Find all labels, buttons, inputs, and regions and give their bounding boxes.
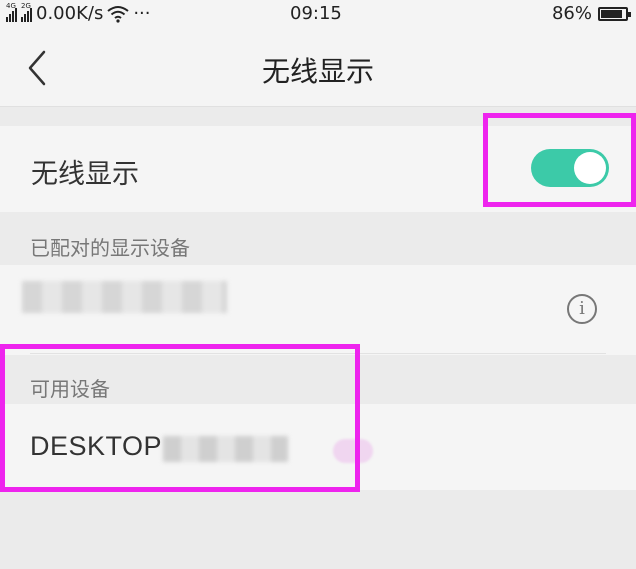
wireless-display-toggle[interactable] xyxy=(531,149,609,187)
wifi-icon xyxy=(107,5,129,23)
network-type-label: 4G xyxy=(6,1,16,10)
battery-percent: 86% xyxy=(551,3,592,24)
wireless-display-label: 无线显示 xyxy=(31,159,139,190)
paired-device-row[interactable] xyxy=(0,265,636,355)
device-name-redacted-2 xyxy=(333,439,373,463)
available-device-name: DESKTOP xyxy=(30,431,163,461)
info-icon[interactable]: i xyxy=(567,294,597,324)
battery-icon xyxy=(598,6,631,21)
status-left: 4G 2G 0.00K/s ··· xyxy=(6,1,151,24)
paired-devices-heading: 已配对的显示设备 xyxy=(30,236,190,260)
page-title: 无线显示 xyxy=(261,55,374,88)
status-bar: 4G 2G 0.00K/s ··· 09:15 86% xyxy=(0,0,636,30)
battery-fill xyxy=(601,9,622,18)
more-dots: ··· xyxy=(133,3,151,24)
paired-device-name-redacted xyxy=(22,281,227,313)
signal-icon: 4G xyxy=(6,1,17,22)
clock: 09:15 xyxy=(290,3,342,24)
battery-indicator: 86% xyxy=(551,3,631,24)
network-speed: 0.00K/s xyxy=(36,3,104,24)
available-devices-heading: 可用设备 xyxy=(30,377,110,401)
signal-icon-2: 2G xyxy=(21,1,32,22)
network-type-label-2: 2G xyxy=(21,1,31,10)
divider xyxy=(30,353,606,354)
toggle-knob xyxy=(574,152,606,184)
title-bar: 无线显示 xyxy=(0,30,636,107)
available-device-row[interactable]: DESKTOP xyxy=(0,404,636,490)
device-name-redacted xyxy=(163,436,288,462)
